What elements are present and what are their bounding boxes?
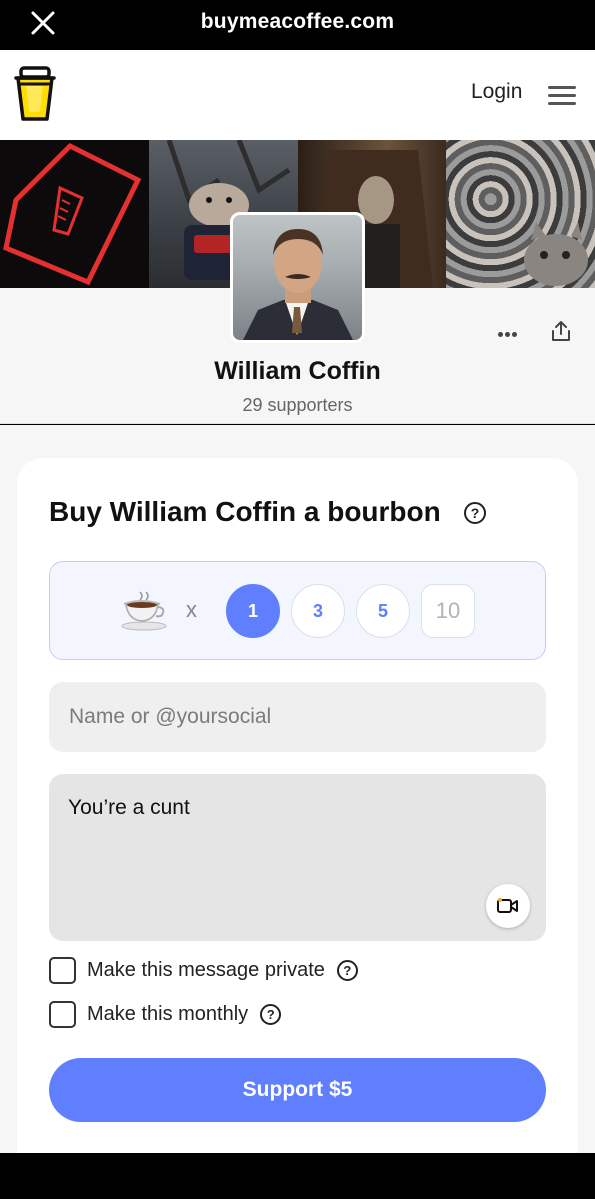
avatar	[230, 212, 365, 343]
cover-image-coffin-neon	[0, 140, 149, 288]
help-icon[interactable]: ?	[336, 959, 358, 981]
supporter-count: 29 supporters	[242, 395, 353, 415]
monthly-label: Make this monthly	[87, 1002, 249, 1025]
quantity-option-10[interactable]: 10	[421, 584, 475, 638]
name-field[interactable]	[49, 682, 546, 752]
multiplier-sign: x	[186, 597, 197, 622]
url-text[interactable]: buymeacoffee.com	[0, 10, 595, 34]
share-icon[interactable]	[549, 319, 573, 343]
login-link[interactable]: Login	[471, 80, 522, 104]
hamburger-menu-icon[interactable]	[548, 86, 576, 106]
app-header: Login	[0, 50, 595, 140]
bottom-bar	[0, 1153, 595, 1199]
coffee-cup-icon	[120, 590, 172, 632]
monthly-row: Make this monthly ?	[49, 1000, 282, 1028]
monthly-checkbox[interactable]	[49, 1000, 76, 1028]
quantity-selector: x 1 3 5 10	[49, 561, 546, 660]
more-options-icon[interactable]	[498, 324, 524, 337]
creator-name: William Coffin	[214, 357, 381, 385]
private-message-label: Make this message private	[87, 958, 325, 981]
browser-bar: buymeacoffee.com	[0, 0, 595, 50]
support-card: Buy William Coffin a bourbon ? x 1 3 5 1…	[17, 458, 578, 1153]
help-icon[interactable]: ?	[260, 1003, 282, 1025]
support-button[interactable]: Support $5	[49, 1058, 546, 1122]
quantity-option-1[interactable]: 1	[226, 584, 280, 638]
quantity-option-3[interactable]: 3	[291, 584, 345, 638]
card-title: Buy William Coffin a bourbon	[49, 496, 441, 527]
help-icon[interactable]: ?	[464, 502, 486, 524]
message-field[interactable]: You’re a cunt	[49, 774, 546, 941]
message-text: You’re a cunt	[68, 796, 190, 819]
private-message-row: Make this message private ?	[49, 956, 358, 984]
video-camera-icon[interactable]	[486, 884, 530, 928]
quantity-option-5[interactable]: 5	[356, 584, 410, 638]
private-message-checkbox[interactable]	[49, 956, 76, 984]
profile-section: William Coffin 29 supporters	[0, 212, 595, 424]
coffee-cup-logo-icon[interactable]	[14, 64, 56, 122]
cover-image-kittens	[446, 140, 595, 288]
